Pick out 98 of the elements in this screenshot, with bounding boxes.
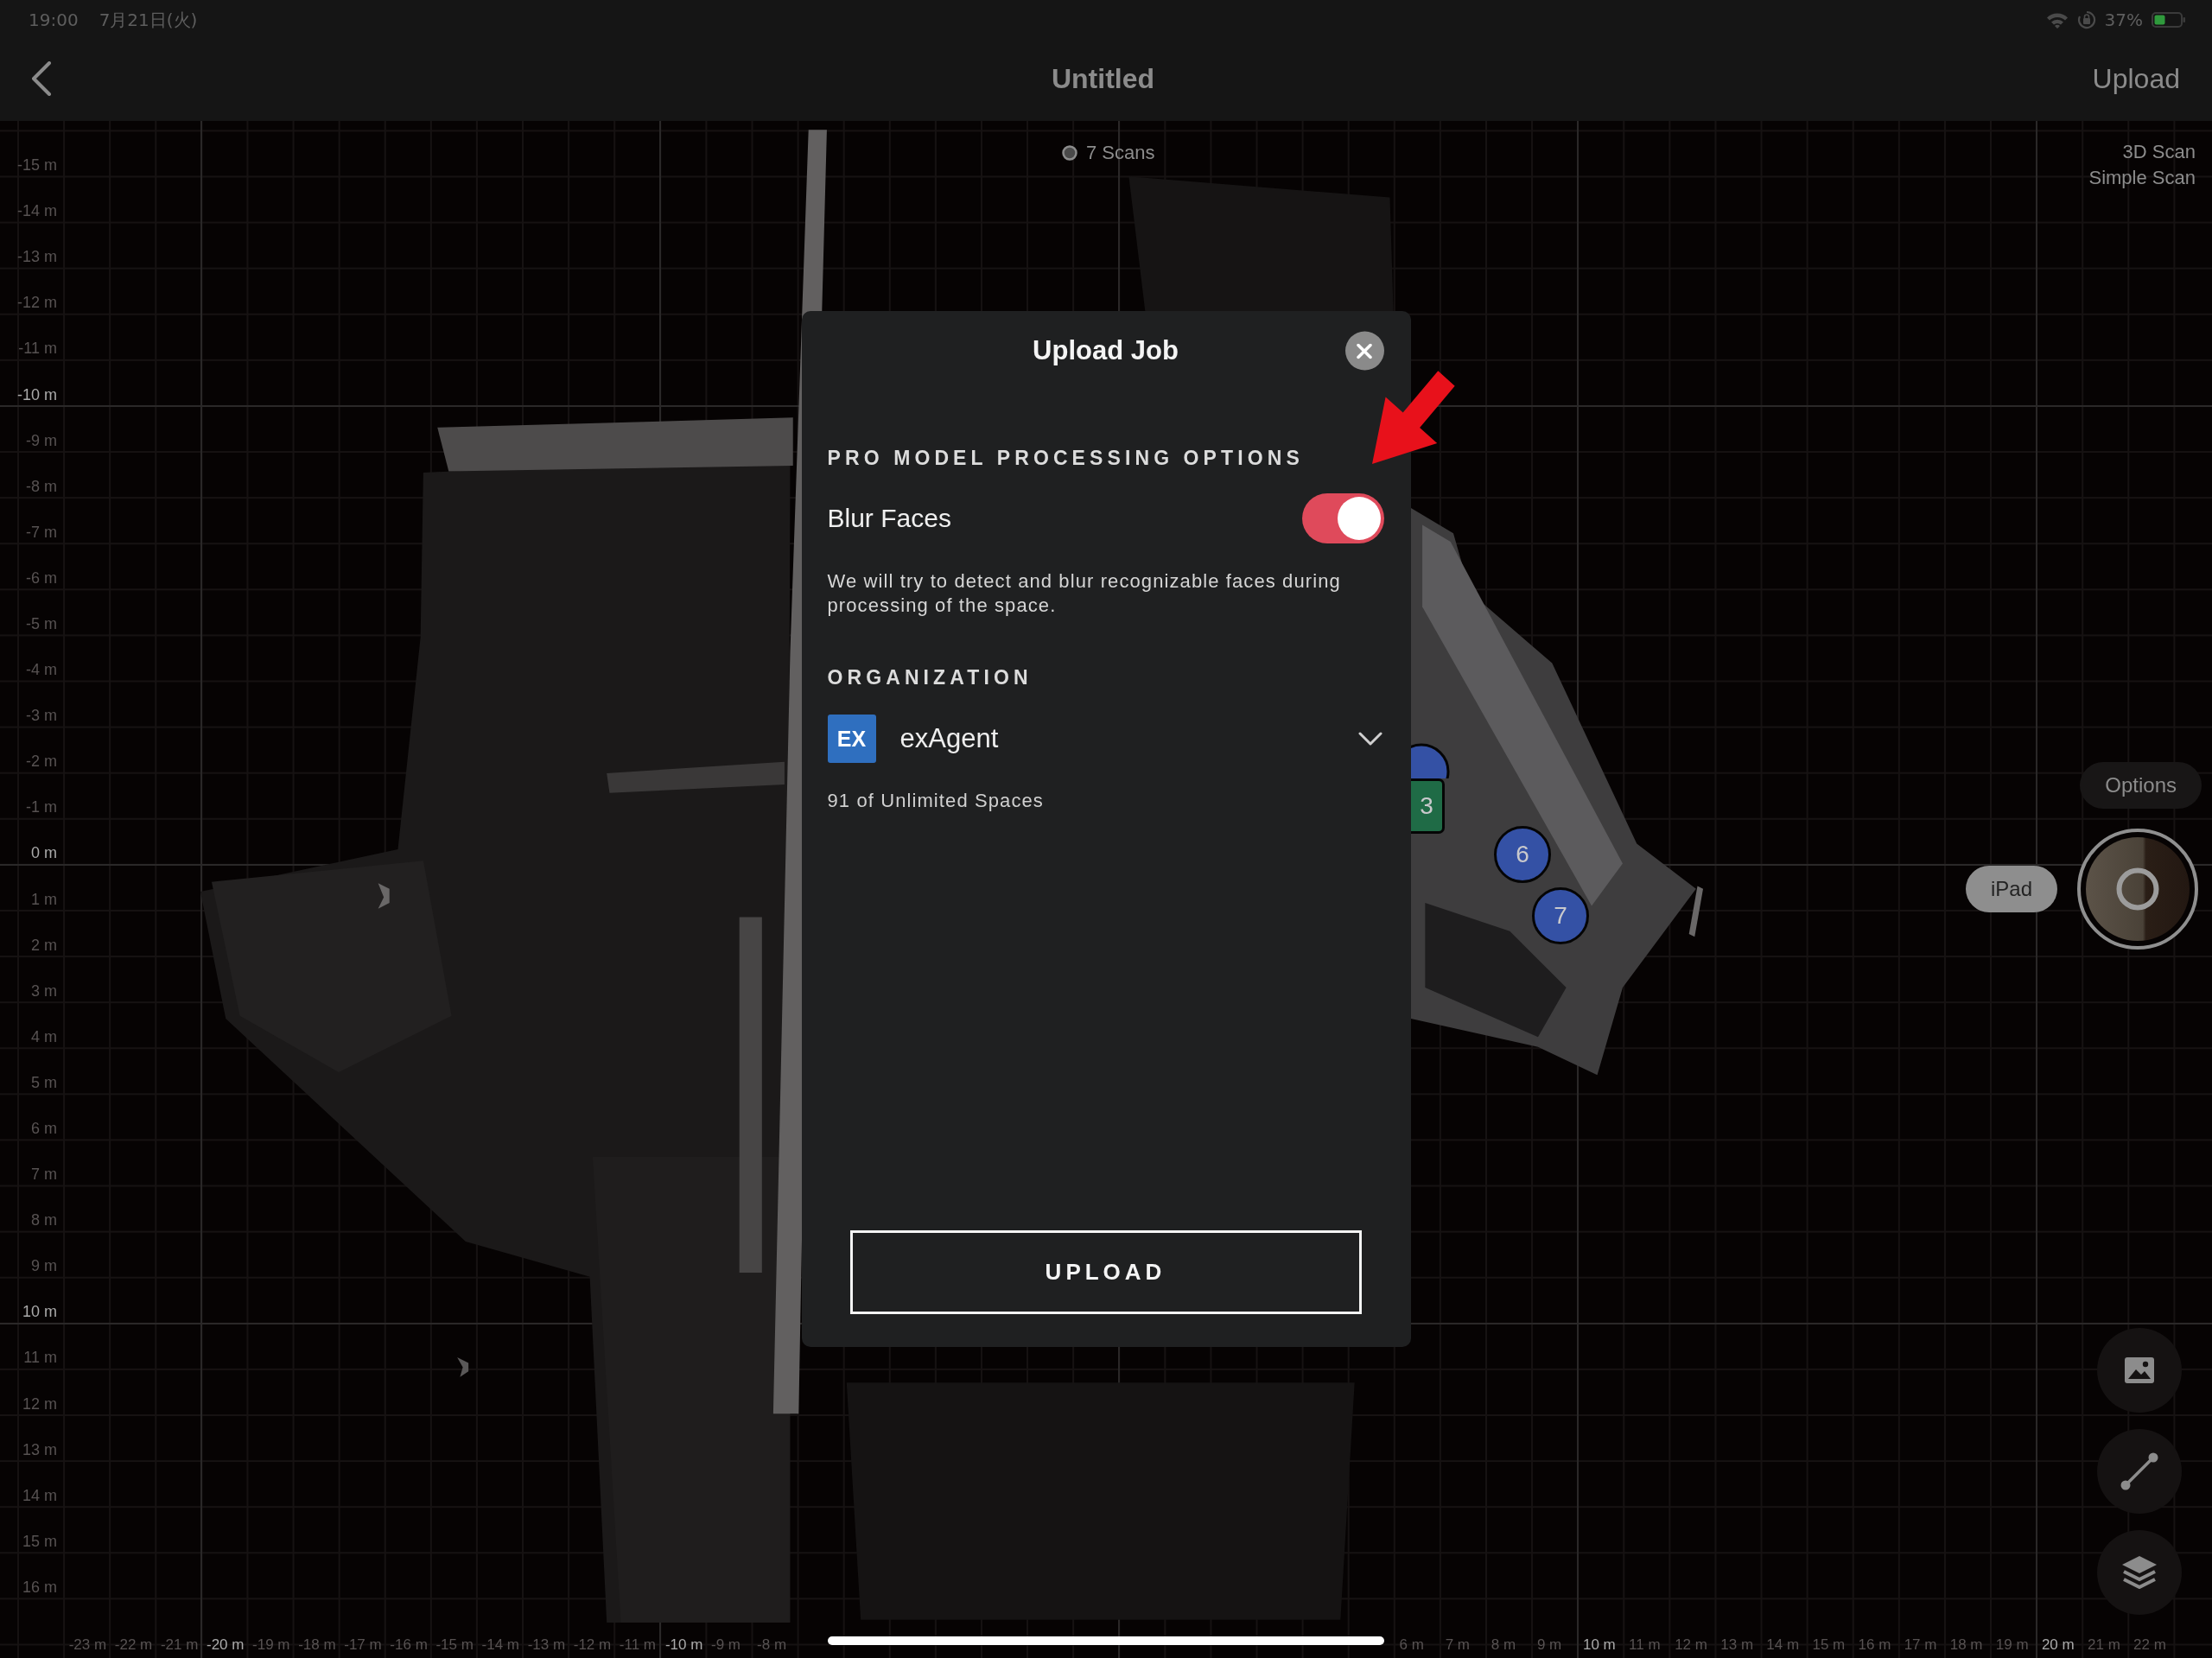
scan-type-label: Simple Scan [2088, 166, 2196, 190]
ruler-label: -8 m [757, 1636, 787, 1654]
ruler-label: -15 m [435, 1636, 474, 1654]
ruler-label: -23 m [68, 1636, 107, 1654]
ruler-label: -13 m [527, 1636, 566, 1654]
ruler-label: -10 m [664, 1636, 703, 1654]
ruler-label: 13 m [1720, 1636, 1754, 1654]
ruler-label: -13 m [17, 248, 57, 266]
battery-icon [2152, 12, 2186, 28]
ruler-label: -15 m [17, 156, 57, 175]
ruler-label: 18 m [1949, 1636, 1983, 1654]
ruler-label: -12 m [573, 1636, 612, 1654]
ruler-label: 7 m [31, 1166, 57, 1184]
ruler-label: 2 m [31, 936, 57, 954]
dot-icon [1062, 145, 1077, 161]
ruler-label: -22 m [114, 1636, 153, 1654]
ruler-label: 17 m [1904, 1636, 1937, 1654]
space-usage: 91 of Unlimited Spaces [827, 789, 1044, 813]
close-icon [1357, 343, 1372, 359]
ruler-label: 0 m [31, 844, 57, 862]
battery-percent: 37% [2104, 10, 2143, 30]
status-date: 7月21日(火) [99, 8, 198, 32]
ruler-label: -17 m [344, 1636, 382, 1654]
page-title: Untitled [1051, 62, 1155, 95]
section-heading: PRO MODEL PROCESSING OPTIONS [827, 447, 1304, 469]
ruler-label: 11 m [1629, 1636, 1661, 1654]
ruler-label: -20 m [206, 1636, 245, 1654]
ruler-label: 12 m [22, 1394, 57, 1413]
ruler-label: 14 m [22, 1486, 57, 1504]
ruler-label: 5 m [31, 1073, 57, 1091]
ruler-label: 8 m [31, 1211, 57, 1229]
ruler-label: 15 m [22, 1532, 57, 1550]
ruler-label: 10 m [1582, 1636, 1616, 1654]
ruler-label: -9 m [711, 1636, 741, 1654]
blur-faces-toggle[interactable] [1301, 493, 1384, 543]
ruler-label: -14 m [481, 1636, 519, 1654]
ruler-label: 9 m [31, 1257, 57, 1275]
options-button[interactable]: Options [2080, 762, 2202, 809]
ruler-label: -4 m [26, 661, 57, 679]
ruler-label: -14 m [17, 202, 57, 220]
image-icon [2125, 1357, 2154, 1383]
layers-icon [2122, 1556, 2157, 1589]
ruler-label: -9 m [26, 431, 57, 449]
blur-faces-description: We will try to detect and blur recognizable faces during processing of the space. [827, 569, 1342, 618]
scan-marker[interactable] [1411, 743, 1451, 778]
ruler-label: 6 m [31, 1120, 57, 1137]
scan-count: 7 Scans [1086, 141, 1155, 165]
ruler-label: 22 m [2133, 1636, 2166, 1654]
orientation-lock-icon [2076, 10, 2096, 29]
ruler-label: 12 m [1675, 1636, 1707, 1654]
ring-icon [2116, 867, 2159, 911]
ruler-label: -5 m [26, 615, 57, 632]
ruler-label: 4 m [31, 1027, 57, 1045]
ruler-label: 1 m [31, 890, 57, 908]
scan-marker[interactable]: 3 [1411, 778, 1445, 834]
organization-name[interactable]: exAgent [899, 723, 999, 754]
ruler-label: -3 m [26, 707, 57, 725]
status-time: 19:00 [29, 10, 79, 30]
dialog-title: Upload Job [1033, 335, 1179, 366]
upload-link[interactable]: Upload [2092, 62, 2180, 95]
ruler-label: -11 m [18, 340, 57, 358]
ruler-label: 20 m [2041, 1636, 2075, 1654]
ruler-label: -11 m [619, 1636, 656, 1654]
ruler-label: -8 m [26, 477, 57, 495]
ruler-label: 14 m [1766, 1636, 1800, 1654]
ruler-label: -10 m [17, 385, 57, 403]
ruler-label: -1 m [26, 798, 57, 816]
ruler-label: -16 m [390, 1636, 428, 1654]
ruler-label: -19 m [252, 1636, 290, 1654]
ruler-label: 9 m [1536, 1636, 1562, 1654]
ruler-label: 11 m [23, 1349, 57, 1367]
upload-button[interactable]: UPLOAD [849, 1230, 1362, 1314]
ruler-label: 6 m [1399, 1636, 1424, 1654]
ruler-label: 19 m [1995, 1636, 2029, 1654]
ruler-label: 8 m [1491, 1636, 1516, 1654]
ruler-label: -18 m [298, 1636, 336, 1654]
ruler-label: 7 m [1445, 1636, 1471, 1654]
close-button[interactable] [1344, 331, 1384, 371]
ruler-label: -7 m [26, 523, 57, 541]
wifi-icon [2045, 11, 2069, 29]
organization-initials: EX [827, 715, 876, 763]
ruler-label: -2 m [26, 753, 57, 771]
ruler-label: 3 m [31, 981, 57, 1000]
ruler-label: 10 m [22, 1303, 57, 1321]
ruler-label: -12 m [17, 294, 57, 312]
chevron-left-icon [31, 61, 52, 96]
ruler-label: -21 m [160, 1636, 199, 1654]
ruler-label: 21 m [2088, 1636, 2120, 1654]
section-heading: ORGANIZATION [827, 666, 1033, 689]
ruler-label: 13 m [22, 1440, 57, 1458]
ruler-label: 15 m [1812, 1636, 1846, 1654]
scan-type-label: 3D Scan [2122, 140, 2196, 164]
ruler-label: 16 m [1858, 1636, 1891, 1654]
ruler-label: -6 m [26, 569, 57, 587]
ruler-label: 16 m [22, 1578, 57, 1596]
toggle-label: Blur Faces [827, 504, 951, 533]
line-segment-icon [2120, 1452, 2158, 1490]
chevron-down-icon[interactable] [1357, 732, 1382, 746]
